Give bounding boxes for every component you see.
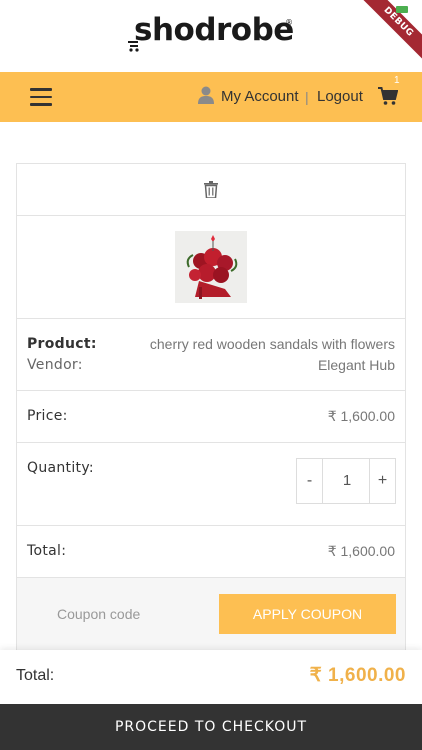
product-image-row [17, 216, 405, 319]
product-info-row: Product: cherry red wooden sandals with … [17, 319, 405, 391]
logout-link[interactable]: Logout [317, 88, 363, 105]
item-total-value: ₹ 1,600.00 [327, 543, 395, 559]
nav-separator: | [305, 89, 309, 105]
hamburger-icon[interactable] [30, 88, 52, 106]
debug-banner: DEBUG [356, 0, 422, 64]
price-value: ₹ 1,600.00 [327, 408, 395, 424]
item-total-label: Total: [27, 543, 67, 559]
shodrobe-logo[interactable]: shodrobe ® [128, 12, 296, 54]
app-header: shodrobe ® DEBUG [0, 0, 422, 72]
nav-bar: My Account | Logout 1 [0, 72, 422, 122]
vendor-label: Vendor: [27, 357, 83, 373]
registered-mark: ® [285, 18, 293, 27]
vendor-name: Elegant Hub [317, 357, 395, 373]
order-total-bar: Total: ₹ 1,600.00 [0, 650, 422, 704]
product-label: Product: [27, 336, 97, 352]
debug-ribbon: DEBUG [352, 0, 422, 70]
quantity-decrement-button[interactable]: - [297, 459, 323, 503]
apply-coupon-button[interactable]: APPLY COUPON [219, 594, 396, 634]
proceed-to-checkout-button[interactable]: PROCEED TO CHECKOUT [0, 704, 422, 750]
cart-icon[interactable] [378, 86, 398, 106]
product-image[interactable] [175, 231, 247, 303]
price-label: Price: [27, 408, 68, 424]
my-account-link[interactable]: My Account [221, 88, 299, 105]
quantity-stepper: - 1 + [296, 458, 396, 504]
item-total-row: Total: ₹ 1,600.00 [17, 526, 405, 578]
quantity-value[interactable]: 1 [323, 459, 371, 503]
cart-count-badge: 1 [394, 75, 400, 86]
quantity-label: Quantity: [27, 460, 94, 476]
quantity-row: Quantity: - 1 + [17, 443, 405, 526]
product-name: cherry red wooden sandals with flowers [149, 336, 395, 352]
order-total-label: Total: [16, 667, 55, 684]
price-row: Price: ₹ 1,600.00 [17, 391, 405, 443]
brand-name: shodrobe [134, 12, 294, 48]
battery-icon [396, 6, 408, 13]
coupon-code-input[interactable] [43, 594, 219, 634]
quantity-increment-button[interactable]: + [369, 459, 395, 503]
order-total-value: ₹ 1,600.00 [309, 665, 406, 686]
cart-item-card: Product: cherry red wooden sandals with … [16, 163, 406, 664]
delete-row [17, 164, 405, 216]
trash-icon[interactable] [204, 181, 218, 198]
user-icon [198, 86, 214, 104]
